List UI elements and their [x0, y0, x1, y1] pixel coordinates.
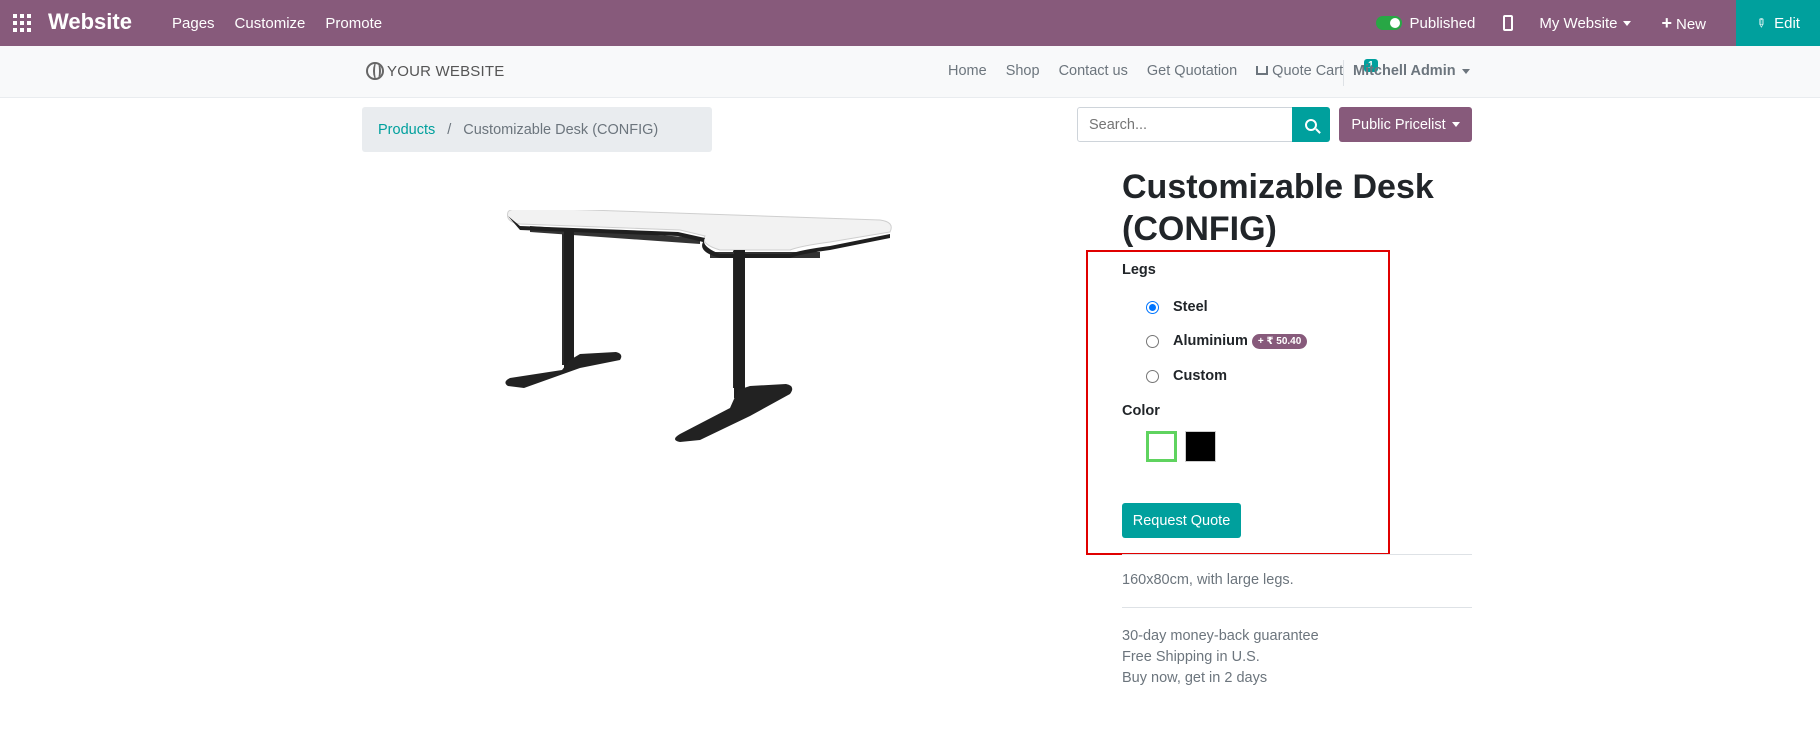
request-quote-button[interactable]: Request Quote	[1122, 503, 1241, 538]
option-label: Custom	[1173, 368, 1227, 384]
pencil-icon: ✎	[1752, 14, 1770, 32]
caret-down-icon	[1623, 21, 1632, 27]
site-nav-links: Home Shop Contact us Get Quotation Quote…	[948, 59, 1416, 79]
product-title: Customizable Desk (CONFIG)	[1122, 168, 1434, 248]
edit-button[interactable]: ✎ Edit	[1736, 0, 1820, 46]
apps-grid-icon[interactable]	[13, 14, 31, 32]
user-name: Mitchell Admin	[1353, 63, 1456, 79]
caret-down-icon	[1451, 122, 1460, 127]
option-label: Aluminium	[1173, 333, 1248, 349]
menu-pages[interactable]: Pages	[172, 15, 215, 32]
radio-icon[interactable]	[1146, 369, 1159, 383]
search-button[interactable]	[1292, 107, 1330, 142]
toggle-switch-icon[interactable]	[1375, 16, 1402, 30]
new-label: New	[1675, 15, 1706, 33]
app-title: Website	[48, 9, 132, 34]
breadcrumb: Products / Customizable Desk (CONFIG)	[362, 107, 712, 152]
plus-icon: +	[1661, 12, 1672, 33]
legs-option-custom[interactable]: Custom	[1146, 368, 1227, 384]
term-money-back: 30-day money-back guarantee	[1122, 628, 1319, 644]
color-swatch-black[interactable]	[1185, 431, 1216, 462]
term-delivery: Buy now, get in 2 days	[1122, 670, 1268, 686]
legs-option-aluminium[interactable]: Aluminium + ₹ 50.40	[1146, 333, 1308, 349]
breadcrumb-products[interactable]: Products	[378, 122, 435, 138]
breadcrumb-current: Customizable Desk (CONFIG)	[463, 121, 659, 138]
pricelist-dropdown[interactable]: Public Pricelist	[1339, 107, 1472, 142]
user-menu[interactable]: Mitchell Admin	[1353, 63, 1470, 79]
legs-label: Legs	[1122, 262, 1156, 278]
website-navbar: YOUR WEBSITE Home Shop Contact us Get Qu…	[0, 46, 1820, 98]
new-button[interactable]: + New	[1661, 13, 1706, 34]
divider	[1122, 607, 1472, 608]
nav-contact[interactable]: Contact us	[1059, 63, 1128, 79]
published-label: Published	[1409, 14, 1476, 32]
site-logo[interactable]: YOUR WEBSITE	[366, 62, 504, 80]
legs-option-steel[interactable]: Steel	[1146, 299, 1208, 315]
radio-icon[interactable]	[1146, 334, 1159, 348]
admin-menu: Pages Customize Promote	[172, 15, 382, 32]
option-label: Steel	[1173, 299, 1208, 315]
search-icon	[1305, 118, 1317, 131]
color-label: Color	[1122, 403, 1160, 419]
cart-icon	[1256, 66, 1269, 75]
published-toggle[interactable]: Published	[1375, 14, 1476, 32]
mobile-preview-icon[interactable]	[1503, 15, 1514, 31]
edit-label: Edit	[1774, 14, 1800, 32]
radio-selected-icon[interactable]	[1146, 300, 1159, 314]
nav-get-quotation[interactable]: Get Quotation	[1147, 63, 1237, 79]
logo-text: YOUR WEBSITE	[387, 62, 505, 80]
menu-promote[interactable]: Promote	[325, 15, 382, 32]
price-extra-badge: + ₹ 50.40	[1251, 333, 1308, 349]
divider	[1122, 554, 1472, 555]
pricelist-label: Public Pricelist	[1351, 116, 1446, 133]
admin-top-bar: Website Pages Customize Promote Publishe…	[0, 0, 1820, 46]
globe-icon	[366, 62, 384, 80]
quote-cart-label: Quote Cart	[1272, 63, 1344, 79]
nav-shop[interactable]: Shop	[1006, 63, 1040, 79]
my-website-label: My Website	[1539, 14, 1618, 32]
caret-down-icon	[1461, 68, 1470, 74]
search-input[interactable]	[1077, 107, 1293, 142]
product-image	[505, 210, 892, 442]
term-free-shipping: Free Shipping in U.S.	[1122, 649, 1260, 665]
menu-customize[interactable]: Customize	[235, 15, 306, 32]
nav-divider	[1343, 60, 1344, 86]
my-website-dropdown[interactable]: My Website	[1539, 14, 1632, 32]
terms-list: 30-day money-back guarantee Free Shippin…	[1122, 626, 1319, 689]
nav-home[interactable]: Home	[948, 63, 987, 79]
breadcrumb-separator: /	[447, 121, 452, 138]
product-description: 160x80cm, with large legs.	[1122, 572, 1294, 588]
admin-actions: Published My Website + New ✎ Edit	[1375, 0, 1820, 46]
color-swatch-white[interactable]	[1146, 431, 1177, 462]
